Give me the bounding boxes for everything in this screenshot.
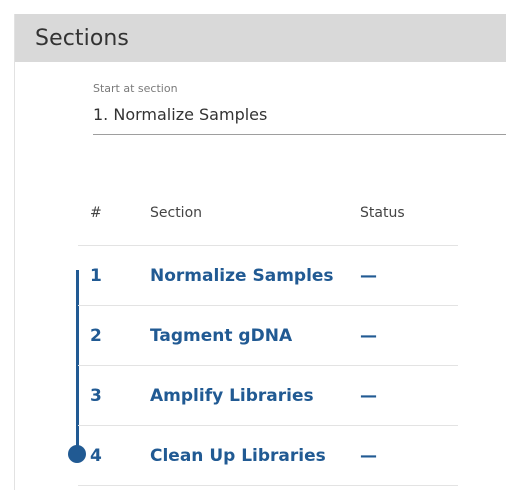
section-status: — (360, 325, 377, 346)
section-status: — (360, 385, 377, 406)
table-row[interactable]: 1 Normalize Samples — (78, 246, 458, 306)
table-row[interactable]: 2 Tagment gDNA — (78, 306, 458, 366)
header-number: # (90, 204, 102, 221)
panel-header: Sections (15, 14, 506, 62)
table-header-row: # Section Status (78, 180, 458, 246)
section-status: — (360, 265, 377, 286)
section-number: 1 (90, 265, 102, 286)
header-section: Section (150, 204, 203, 221)
section-link[interactable]: Clean Up Libraries (150, 446, 326, 466)
section-number: 3 (90, 385, 102, 406)
start-at-section-field[interactable]: Start at section 1. Normalize Samples (93, 82, 506, 135)
panel-title: Sections (35, 25, 129, 51)
section-link[interactable]: Tagment gDNA (150, 326, 292, 346)
section-link[interactable]: Amplify Libraries (150, 386, 314, 406)
sections-table: # Section Status 1 Normalize Samples — 2… (78, 180, 458, 486)
table-row[interactable]: 3 Amplify Libraries — (78, 366, 458, 426)
section-link[interactable]: Normalize Samples (150, 266, 334, 286)
table-row[interactable]: 4 Clean Up Libraries — (78, 426, 458, 486)
section-number: 4 (90, 445, 102, 466)
start-at-section-select[interactable]: 1. Normalize Samples (93, 105, 506, 135)
header-status: Status (360, 204, 405, 221)
section-number: 2 (90, 325, 102, 346)
section-status: — (360, 445, 377, 466)
start-at-section-label: Start at section (93, 82, 178, 95)
